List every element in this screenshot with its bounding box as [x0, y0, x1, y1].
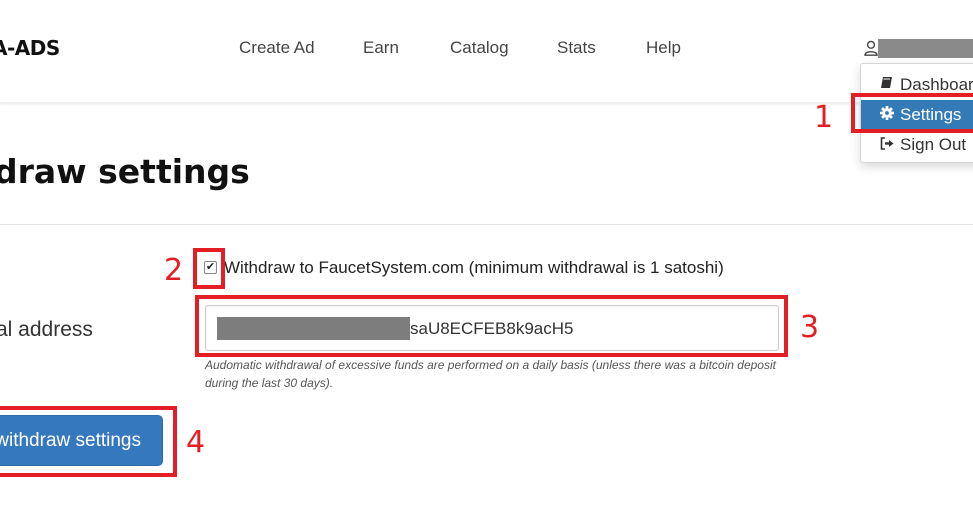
nav-create-ad[interactable]: Create Ad [239, 38, 315, 58]
annotation-box-1 [851, 93, 973, 133]
menu-item-label: Sign Out [900, 135, 967, 154]
menu-item-sign-out[interactable]: Sign Out [861, 130, 973, 160]
annotation-number-4: 4 [186, 425, 206, 460]
nav-catalog[interactable]: Catalog [450, 38, 509, 58]
annotation-box-3 [195, 295, 788, 357]
sign-out-icon [880, 135, 896, 155]
annotation-number-1: 1 [814, 100, 834, 135]
brand-logo[interactable]: A-ADS [0, 36, 60, 60]
page: A-ADS Create Ad Earn Catalog Stats Help … [0, 0, 973, 511]
nav-stats[interactable]: Stats [557, 38, 596, 58]
book-icon [880, 75, 896, 95]
navbar: A-ADS Create Ad Earn Catalog Stats Help [0, 0, 973, 103]
nav-help[interactable]: Help [646, 38, 681, 58]
nav-earn[interactable]: Earn [363, 38, 399, 58]
withdrawal-address-label: al address [0, 318, 93, 341]
page-title: draw settings [0, 152, 250, 191]
divider [0, 224, 973, 225]
username-redacted[interactable] [878, 39, 973, 58]
annotation-box-4 [0, 406, 177, 477]
annotation-box-2 [193, 248, 225, 289]
annotation-number-2: 2 [164, 253, 184, 288]
user-icon[interactable] [864, 40, 878, 56]
menu-item-label: Dashboard [900, 75, 973, 94]
address-help-text: Audomatic withdrawal of excessive funds … [205, 358, 776, 390]
withdraw-checkbox-label[interactable]: Withdraw to FaucetSystem.com (minimum wi… [224, 258, 724, 278]
annotation-number-3: 3 [800, 310, 820, 345]
